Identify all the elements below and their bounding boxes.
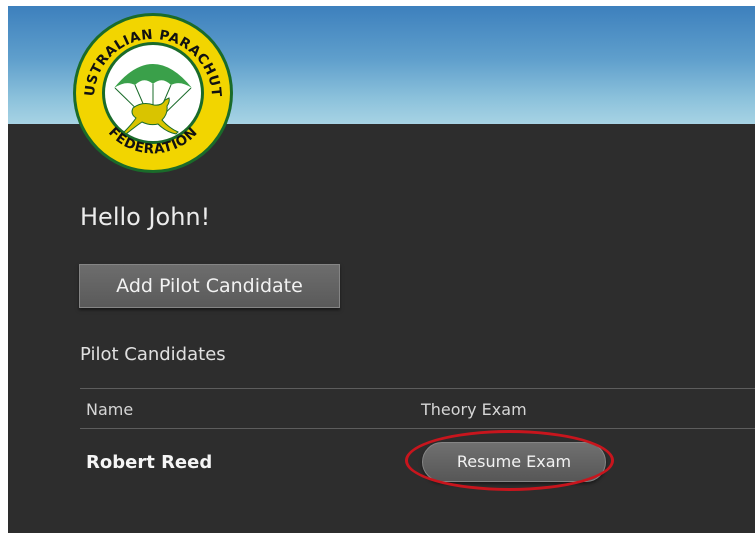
resume-exam-button[interactable]: Resume Exam <box>422 442 606 482</box>
column-header-theory-exam: Theory Exam <box>421 400 527 419</box>
greeting-heading: Hello John! <box>80 203 211 231</box>
column-header-name: Name <box>86 400 134 419</box>
app-window: AUSTRALIAN PARACHUTE FEDERATION Hello Jo… <box>8 6 755 533</box>
table-header-top-divider <box>80 388 755 389</box>
table-header-bottom-divider <box>80 428 755 429</box>
candidate-name: Robert Reed <box>86 452 213 473</box>
apf-logo-graphic: AUSTRALIAN PARACHUTE FEDERATION <box>65 6 233 173</box>
add-pilot-candidate-button[interactable]: Add Pilot Candidate <box>79 264 340 308</box>
apf-logo: AUSTRALIAN PARACHUTE FEDERATION <box>65 6 236 176</box>
pilot-candidates-heading: Pilot Candidates <box>80 344 226 365</box>
